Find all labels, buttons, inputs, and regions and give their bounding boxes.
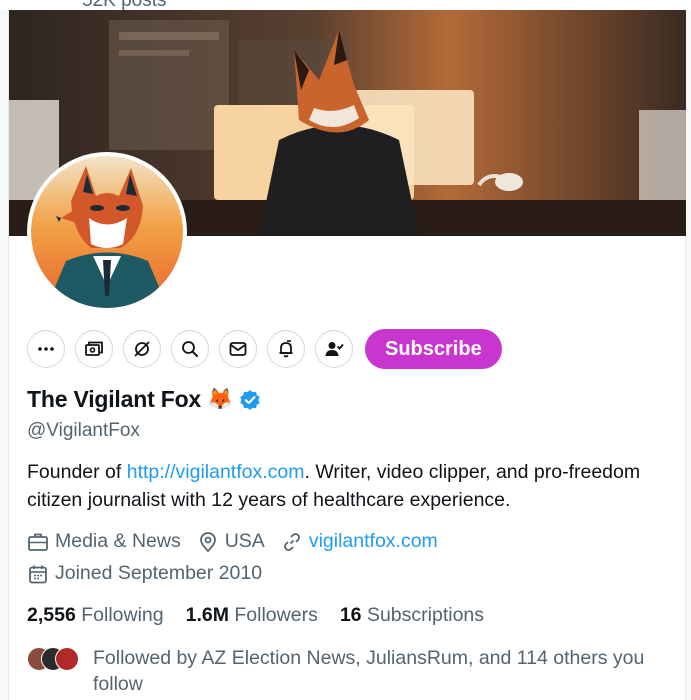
- following-count: 2,556: [27, 604, 76, 626]
- posts-count: 52K posts: [82, 0, 167, 10]
- following-button[interactable]: [315, 330, 353, 368]
- profile-avatar[interactable]: [27, 152, 187, 312]
- verified-badge-icon[interactable]: [239, 389, 261, 411]
- profile-bio: Founder of http://vigilantfox.com. Write…: [27, 458, 667, 514]
- profile-stats: 2,556 Following 1.6M Followers 16 Subscr…: [27, 604, 484, 627]
- user-handle: @VigilantFox: [27, 420, 140, 441]
- notification-bell-icon: [279, 340, 293, 358]
- search-profile-button[interactable]: [171, 330, 209, 368]
- grok-icon: [134, 341, 150, 357]
- subscriptions-stat[interactable]: 16 Subscriptions: [340, 604, 484, 627]
- profile-page: 52K posts: [0, 0, 691, 700]
- joined-row: Joined September 2010: [27, 562, 262, 585]
- following-label: Following: [81, 604, 164, 626]
- notifications-button[interactable]: [267, 330, 305, 368]
- followers-count: 1.6M: [185, 604, 229, 626]
- followed-by[interactable]: Followed by AZ Election News, JuliansRum…: [27, 645, 672, 697]
- location-text: USA: [224, 530, 265, 552]
- avatar-image: [31, 156, 183, 308]
- profile-meta: Media & News USA vigilantfox.com: [27, 530, 438, 553]
- name-row: The Vigilant Fox 🦊: [27, 386, 261, 413]
- followers-label: Followers: [234, 604, 318, 626]
- link-icon: [283, 532, 300, 551]
- more-button[interactable]: [27, 330, 65, 368]
- category-text: Media & News: [55, 530, 181, 552]
- display-name: The Vigilant Fox: [27, 386, 202, 412]
- followed-by-text: Followed by AZ Election News, JuliansRum…: [93, 647, 645, 695]
- tip-button[interactable]: [75, 330, 113, 368]
- followers-stat[interactable]: 1.6M Followers: [186, 604, 318, 627]
- location-pin-icon: [199, 531, 216, 552]
- category-item: Media & News: [27, 530, 181, 553]
- subscriptions-count: 16: [339, 604, 362, 626]
- following-stat[interactable]: 2,556 Following: [27, 604, 164, 627]
- fox-emoji-icon: 🦊: [207, 387, 234, 411]
- subscriptions-label: Subscriptions: [366, 604, 485, 626]
- location-item: USA: [197, 530, 265, 553]
- follower-avatar: [55, 647, 79, 671]
- grok-button[interactable]: [123, 330, 161, 368]
- profile-actions: Subscribe: [27, 329, 502, 369]
- website-link[interactable]: vigilantfox.com: [309, 530, 438, 553]
- subscribe-button[interactable]: Subscribe: [365, 329, 502, 369]
- header-strip: 52K posts: [0, 0, 691, 10]
- bio-prefix: Founder of: [27, 461, 127, 483]
- following-icon: [325, 342, 344, 356]
- more-icon: [38, 347, 54, 351]
- message-icon: [229, 342, 247, 356]
- follower-avatars: [27, 645, 83, 671]
- money-icon: [85, 341, 103, 356]
- website-item[interactable]: vigilantfox.com: [281, 530, 438, 553]
- calendar-icon: [29, 565, 47, 583]
- search-icon: [182, 341, 198, 357]
- message-button[interactable]: [219, 330, 257, 368]
- bio-link[interactable]: http://vigilantfox.com: [127, 461, 305, 483]
- joined-item: Joined September 2010: [27, 562, 262, 585]
- joined-text: Joined September 2010: [55, 562, 263, 584]
- briefcase-icon: [28, 533, 48, 551]
- window-edge-left: [0, 0, 9, 700]
